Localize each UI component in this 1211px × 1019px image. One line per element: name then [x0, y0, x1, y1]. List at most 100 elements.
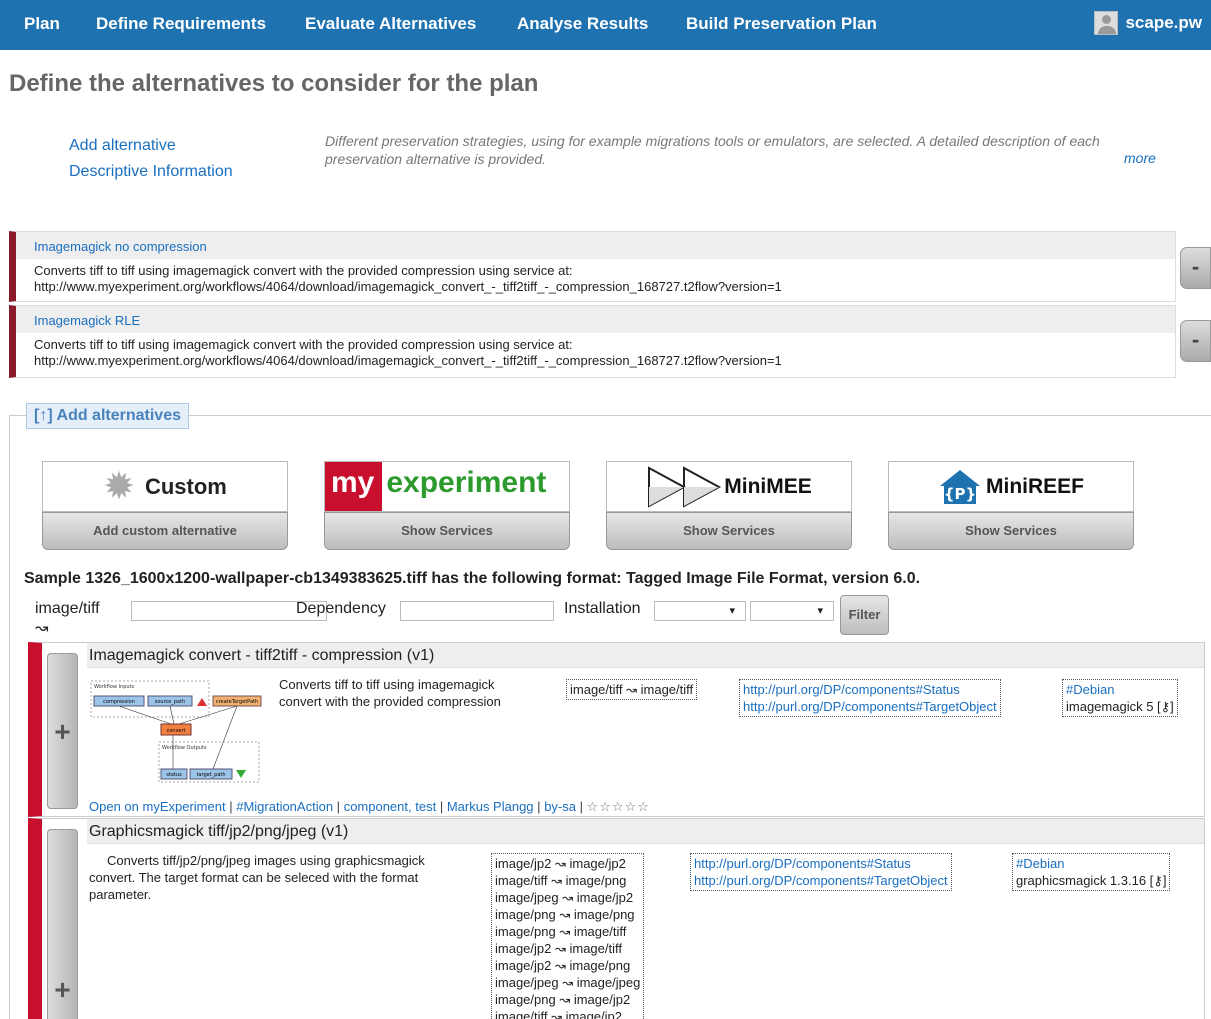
migration-path: image/tiff ↝ image/png — [495, 873, 627, 888]
migration-path: image/jpeg ↝ image/jpeg — [495, 975, 641, 990]
workflow-inputs-label: Workflow Inputs — [94, 684, 134, 690]
installation-select-2[interactable]: ▾ — [750, 601, 834, 621]
remove-alternative-button[interactable]: - — [1180, 320, 1211, 362]
nav-build-preservation-plan[interactable]: Build Preservation Plan — [686, 14, 877, 34]
minireef-show-services-button[interactable]: Show Services — [888, 512, 1134, 550]
source-custom: ✹ Custom Add custom alternative — [42, 461, 288, 550]
migration-paths: image/jp2 ↝ image/jp2 image/tiff ↝ image… — [491, 853, 645, 1019]
add-service-button[interactable]: + — [47, 829, 78, 1019]
environment-info: #Debian graphicsmagick 1.3.16 [⚷] — [1012, 853, 1171, 891]
workflow-node: status — [166, 772, 182, 778]
migration-path: image/jp2 ↝ image/png — [495, 958, 631, 973]
custom-logo: ✹ Custom — [42, 461, 288, 512]
nav-define-requirements[interactable]: Define Requirements — [96, 14, 266, 34]
migration-path: image/jpeg ↝ image/jp2 — [495, 890, 634, 905]
minireef-logo: {P} MiniREEF — [888, 461, 1134, 512]
workflow-node: compression — [103, 699, 135, 705]
avatar — [1094, 11, 1119, 35]
more-link[interactable]: more — [1124, 150, 1156, 166]
alternative-name[interactable]: Imagemagick no compression — [34, 239, 207, 254]
workflow-outputs-label: Workflow Outputs — [162, 745, 207, 751]
user-menu[interactable]: scape.pw — [1094, 11, 1202, 35]
profile-link[interactable]: http://purl.org/DP/components#Status — [694, 855, 948, 872]
service-description: Converts tiff/jp2/png/jpeg images using … — [89, 853, 425, 902]
migration-path: image/jp2 ↝ image/tiff — [495, 941, 622, 956]
profile-link[interactable]: http://purl.org/DP/components#Status — [743, 681, 997, 698]
service-meta: Open on myExperiment | #MigrationAction … — [89, 799, 650, 814]
profile-link[interactable]: http://purl.org/DP/components#TargetObje… — [743, 698, 997, 715]
workflow-diagram[interactable]: Workflow Inputs compression source_path … — [89, 679, 264, 789]
migration-path: image/png ↝ image/png — [495, 907, 635, 922]
custom-logo-text: Custom — [144, 473, 227, 499]
environment-package: graphicsmagick 1.3.16 [⚷] — [1016, 873, 1167, 888]
migration-path: image/png ↝ image/tiff — [495, 924, 627, 939]
myexperiment-logo: my experiment — [324, 461, 570, 512]
source-minireef: {P} MiniREEF Show Services — [888, 461, 1134, 550]
workflow-node: convert — [166, 728, 185, 734]
workflow-node: source_path — [155, 699, 185, 705]
alternative-desc-line1: Converts tiff to tiff using imagemagick … — [34, 263, 573, 278]
descriptive-information-link[interactable]: Descriptive Information — [69, 163, 233, 181]
intro-text: Different preservation strategies, using… — [325, 133, 1100, 167]
minimee-show-services-button[interactable]: Show Services — [606, 512, 852, 550]
service-description: Converts tiff to tiff using imagemagick … — [279, 677, 501, 709]
service-tags[interactable]: component, test — [344, 799, 437, 814]
user-name: scape.pw — [1125, 13, 1202, 32]
profile-link[interactable]: http://purl.org/DP/components#TargetObje… — [694, 872, 948, 889]
migration-path: image/jp2 ↝ image/jp2 — [495, 856, 626, 871]
nav-evaluate-alternatives[interactable]: Evaluate Alternatives — [305, 14, 476, 34]
minireef-logo-text: MiniREEF — [986, 474, 1084, 498]
migration-paths: image/tiff ↝ image/tiff — [566, 679, 698, 700]
alternative-desc-line2: http://www.myexperiment.org/workflows/40… — [34, 353, 782, 368]
gear-icon: ✹ — [103, 465, 135, 508]
nav-analyse-results[interactable]: Analyse Results — [517, 14, 648, 34]
remove-alternative-button[interactable]: - — [1180, 247, 1211, 289]
dependency-input[interactable] — [400, 601, 554, 621]
fast-forward-icon — [648, 465, 722, 508]
nav-plan[interactable]: Plan — [24, 14, 60, 34]
component-profiles: http://purl.org/DP/components#Status htt… — [690, 853, 952, 891]
house-icon: {P} — [940, 469, 980, 504]
environment-tag[interactable]: #Debian — [1066, 681, 1174, 698]
sample-format-info: Sample 1326_1600x1200-wallpaper-cb134938… — [24, 570, 921, 587]
installation-select-1[interactable]: ▾ — [654, 601, 746, 621]
open-myexperiment-link[interactable]: Open on myExperiment — [89, 799, 226, 814]
author-link[interactable]: Markus Plangg — [447, 799, 534, 814]
migration-path: image/tiff ↝ image/tiff — [570, 682, 694, 697]
minimee-logo: MiniMEE — [606, 461, 852, 512]
source-minimee: MiniMEE Show Services — [606, 461, 852, 550]
component-profiles: http://purl.org/DP/components#Status htt… — [739, 679, 1001, 717]
minimee-logo-text: MiniMEE — [724, 474, 812, 498]
filter-button[interactable]: Filter — [840, 595, 889, 635]
add-service-button[interactable]: + — [47, 653, 78, 809]
alternative-name[interactable]: Imagemagick RLE — [34, 313, 140, 328]
installation-label: Installation — [564, 600, 641, 617]
myexperiment-logo-experiment: experiment — [386, 466, 547, 499]
license-link[interactable]: by-sa — [544, 799, 576, 814]
alternative-desc-line1: Converts tiff to tiff using imagemagick … — [34, 337, 573, 352]
service-title: Graphicsmagick tiff/jp2/png/jpeg (v1) — [87, 819, 1204, 844]
alternative-desc-line2: http://www.myexperiment.org/workflows/40… — [34, 279, 782, 294]
source-myexperiment: my experiment Show Services — [324, 461, 570, 550]
environment-tag[interactable]: #Debian — [1016, 855, 1166, 872]
environment-info: #Debian imagemagick 5 [⚷] — [1062, 679, 1178, 717]
workflow-node: target_path — [196, 772, 225, 778]
migration-path: image/png ↝ image/jp2 — [495, 992, 631, 1007]
service-result: + Imagemagick convert - tiff2tiff - comp… — [28, 642, 1205, 817]
add-alternative-link[interactable]: Add alternative — [69, 137, 176, 155]
migration-label: image/tiff ↝ — [35, 600, 100, 637]
rating-stars[interactable]: ☆☆☆☆☆ — [587, 799, 650, 814]
service-title: Imagemagick convert - tiff2tiff - compre… — [87, 643, 1204, 668]
myexperiment-logo-my: my — [325, 462, 383, 511]
service-result: + Graphicsmagick tiff/jp2/png/jpeg (v1) … — [28, 818, 1205, 1019]
house-badge-text: {P} — [944, 485, 976, 503]
workflow-node: createTargetPath — [216, 699, 258, 705]
alternative-row: Imagemagick no compression Converts tiff… — [9, 231, 1176, 302]
page-title: Define the alternatives to consider for … — [9, 70, 539, 97]
alternative-row: Imagemagick RLE Converts tiff to tiff us… — [9, 305, 1176, 378]
add-custom-alternative-button[interactable]: Add custom alternative — [42, 512, 288, 550]
dependency-label: Dependency — [296, 600, 386, 617]
myexperiment-show-services-button[interactable]: Show Services — [324, 512, 570, 550]
add-alternatives-toggle[interactable]: [↑] Add alternatives — [26, 403, 189, 429]
migration-action-tag[interactable]: #MigrationAction — [236, 799, 333, 814]
